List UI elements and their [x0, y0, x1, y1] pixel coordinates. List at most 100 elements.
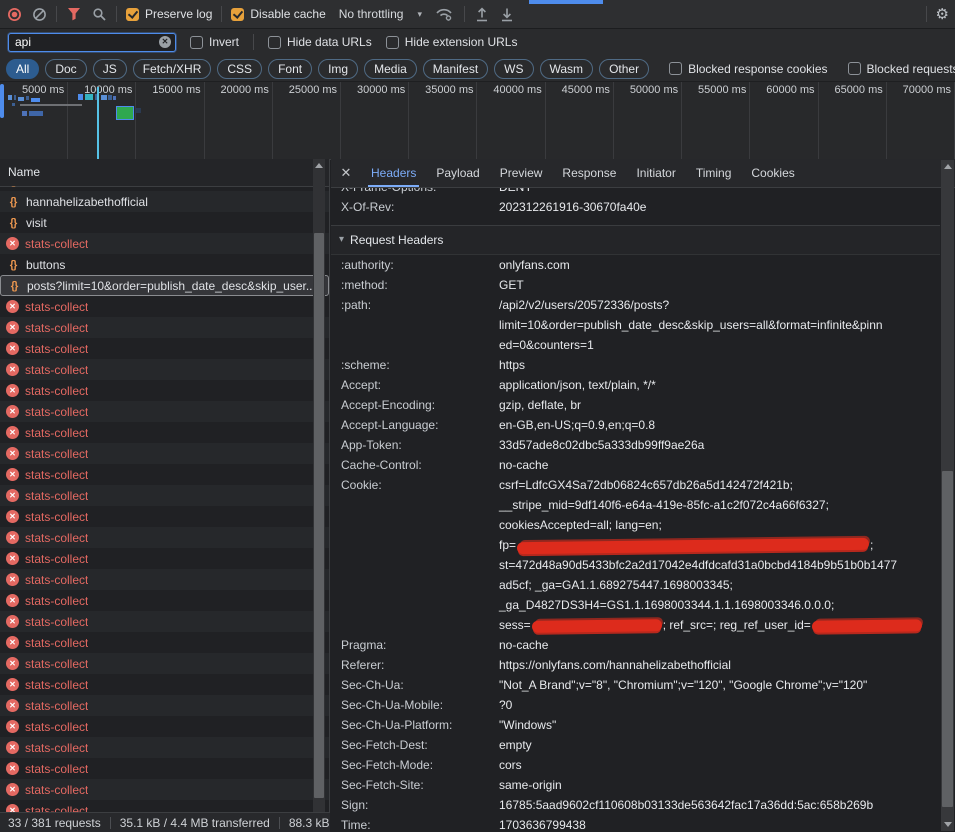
blocked-requests-checkbox[interactable]: Blocked requests — [848, 62, 955, 76]
devtools-network-panel: Preserve log Disable cache No throttling… — [0, 0, 955, 832]
request-row[interactable]: ✕stats-collect — [0, 485, 329, 506]
scroll-up-icon[interactable] — [315, 163, 323, 168]
request-row[interactable]: ✕stats-collect — [0, 653, 329, 674]
status-divider — [279, 817, 280, 829]
record-icon[interactable] — [6, 6, 22, 22]
request-row[interactable]: ✕stats-collect — [0, 233, 329, 254]
header-key: Cookie: — [341, 475, 499, 635]
clear-icon[interactable] — [31, 6, 47, 22]
value-text: GET — [499, 278, 524, 292]
request-row[interactable]: ✕stats-collect — [0, 380, 329, 401]
filter-pill-fetch-xhr[interactable]: Fetch/XHR — [133, 59, 212, 79]
requests-scrollbar[interactable] — [313, 159, 325, 812]
clear-filter-icon[interactable]: ✕ — [159, 36, 171, 48]
request-row[interactable]: ✕stats-collect — [0, 569, 329, 590]
request-row[interactable]: ✕stats-collect — [0, 506, 329, 527]
filter-pill-doc[interactable]: Doc — [45, 59, 86, 79]
search-icon[interactable] — [91, 6, 107, 22]
request-row[interactable]: {}buttons — [0, 254, 329, 275]
value-line: 1703636799438 — [499, 815, 940, 832]
value-text: ?0 — [499, 698, 512, 712]
preserve-log-checkbox[interactable]: Preserve log — [126, 7, 212, 21]
request-row[interactable]: ✕stats-collect — [0, 464, 329, 485]
request-row[interactable]: ✕stats-collect — [0, 359, 329, 380]
disable-cache-checkbox[interactable]: Disable cache — [231, 7, 325, 21]
filter-pill-media[interactable]: Media — [364, 59, 417, 79]
request-row[interactable]: ✕stats-collect — [0, 527, 329, 548]
request-row[interactable]: ✕stats-collect — [0, 590, 329, 611]
tab-payload[interactable]: Payload — [426, 159, 489, 187]
request-row[interactable]: ✕stats-collect — [0, 737, 329, 758]
value-text: ; ref_src=; reg_ref_user_id= — [663, 618, 811, 632]
settings-gear-icon[interactable]: ⚙ — [936, 7, 949, 22]
tab-response[interactable]: Response — [552, 159, 626, 187]
header-row: X-Frame-Options:DENY — [331, 188, 940, 197]
filter-pill-all[interactable]: All — [6, 59, 39, 79]
tab-timing[interactable]: Timing — [686, 159, 742, 187]
request-row[interactable]: ✕stats-collect — [0, 317, 329, 338]
request-name: stats-collect — [25, 237, 88, 251]
throttling-select[interactable]: No throttling ▾ — [335, 7, 426, 21]
filter-pill-css[interactable]: CSS — [217, 59, 262, 79]
filter-pill-js[interactable]: JS — [93, 59, 127, 79]
import-har-icon[interactable] — [474, 6, 490, 22]
request-row[interactable]: {}visit — [0, 212, 329, 233]
filter-pill-ws[interactable]: WS — [494, 59, 533, 79]
request-name: stats-collect — [25, 468, 88, 482]
filter-input[interactable]: api ✕ — [8, 33, 176, 52]
header-row: :scheme:https — [331, 355, 940, 375]
blocked-response-cookies-checkbox[interactable]: Blocked response cookies — [669, 62, 827, 76]
error-icon: ✕ — [6, 321, 19, 334]
redaction-scribble — [517, 538, 869, 554]
request-row[interactable]: ✕stats-collect — [0, 632, 329, 653]
ruler-tick: 10000 ms — [68, 81, 136, 159]
request-row[interactable]: ✕stats-collect — [0, 443, 329, 464]
hide-data-urls-checkbox[interactable]: Hide data URLs — [268, 35, 372, 49]
invert-checkbox[interactable]: Invert — [190, 35, 239, 49]
request-row[interactable]: ✕stats-collect — [0, 422, 329, 443]
request-row[interactable]: ✕stats-collect — [0, 338, 329, 359]
error-icon: ✕ — [6, 657, 19, 670]
toolbar-divider — [253, 34, 254, 50]
request-row[interactable]: ✕stats-collect — [0, 800, 329, 812]
name-column-header[interactable]: Name — [0, 159, 329, 187]
scrollbar-thumb[interactable] — [942, 471, 953, 807]
filter-icon[interactable] — [66, 6, 82, 22]
request-row[interactable]: {}hannahelizabethofficial — [0, 191, 329, 212]
tab-initiator[interactable]: Initiator — [626, 159, 685, 187]
request-row[interactable]: ✕stats-collect — [0, 716, 329, 737]
request-row[interactable]: ✕stats-collect — [0, 695, 329, 716]
filter-pill-font[interactable]: Font — [268, 59, 312, 79]
filter-pill-other[interactable]: Other — [599, 59, 649, 79]
request-name: stats-collect — [25, 720, 88, 734]
toolbar-divider — [116, 6, 117, 22]
filter-pill-manifest[interactable]: Manifest — [423, 59, 488, 79]
filter-pill-img[interactable]: Img — [318, 59, 358, 79]
filter-pill-wasm[interactable]: Wasm — [540, 59, 594, 79]
overview-timeline[interactable]: 5000 ms10000 ms15000 ms20000 ms25000 ms3… — [0, 81, 955, 160]
network-conditions-icon[interactable] — [435, 6, 455, 22]
checkbox-unchecked-icon — [268, 36, 281, 49]
scrollbar-thumb[interactable] — [314, 233, 324, 798]
ruler-tick-label: 30000 ms — [357, 84, 405, 96]
export-har-icon[interactable] — [499, 6, 515, 22]
scroll-up-icon[interactable] — [944, 164, 952, 169]
details-scrollbar[interactable] — [941, 160, 954, 831]
scroll-down-icon[interactable] — [944, 822, 952, 827]
close-icon[interactable]: ✕ — [331, 165, 361, 181]
request-row[interactable]: ✕stats-collect — [0, 548, 329, 569]
ruler-tick: 40000 ms — [478, 81, 546, 159]
request-row[interactable]: ✕stats-collect — [0, 674, 329, 695]
tab-headers[interactable]: Headers — [361, 159, 426, 187]
hide-extension-urls-checkbox[interactable]: Hide extension URLs — [386, 35, 518, 49]
request-row[interactable]: ✕stats-collect — [0, 611, 329, 632]
request-row[interactable]: ✕stats-collect — [0, 758, 329, 779]
tab-preview[interactable]: Preview — [490, 159, 553, 187]
request-row[interactable]: ✕stats-collect — [0, 296, 329, 317]
request-row[interactable]: {}posts?limit=10&order=publish_date_desc… — [0, 275, 329, 296]
tab-cookies[interactable]: Cookies — [741, 159, 804, 187]
request-row[interactable]: ✕stats-collect — [0, 401, 329, 422]
header-value: no-cache — [499, 635, 940, 655]
request-row[interactable]: ✕stats-collect — [0, 779, 329, 800]
request-headers-section-header[interactable]: ▾Request Headers — [331, 226, 940, 255]
